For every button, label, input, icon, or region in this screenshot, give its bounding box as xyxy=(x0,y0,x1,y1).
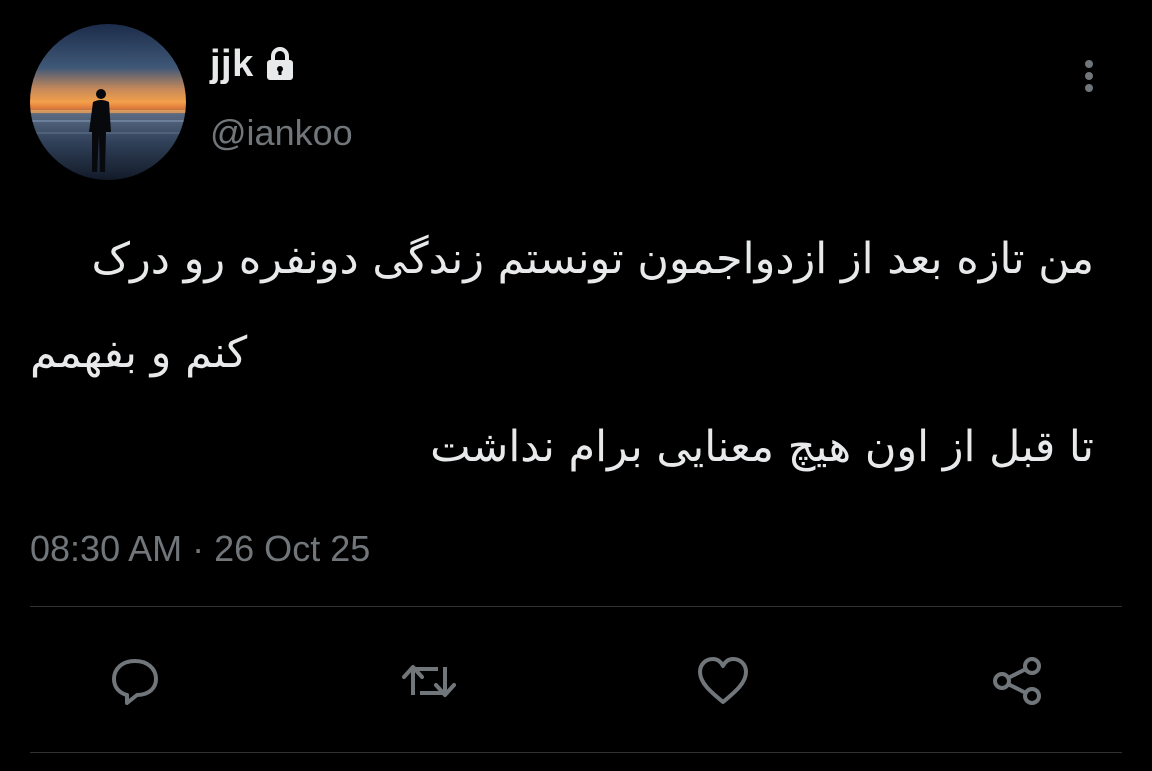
more-vertical-icon xyxy=(1085,60,1093,92)
display-name-row: jjk xyxy=(210,38,300,90)
reply-button[interactable] xyxy=(100,646,170,716)
tweet-detail: jjk @iankoo من تازه بعد از ازدواجمون تون… xyxy=(0,0,1152,771)
avatar[interactable] xyxy=(30,24,186,180)
tweet-date[interactable]: 26 Oct 25 xyxy=(214,528,370,569)
like-button[interactable] xyxy=(688,646,758,716)
tweet-text: من تازه بعد از ازدواجمون تونستم زندگی دو… xyxy=(30,212,1094,494)
display-name[interactable]: jjk xyxy=(210,43,254,86)
lock-icon xyxy=(260,44,300,84)
avatar-image xyxy=(30,24,186,180)
tweet-meta: 08:30 AM · 26 Oct 25 xyxy=(30,528,370,570)
heart-icon xyxy=(698,657,748,704)
tweet-time[interactable]: 08:30 AM xyxy=(30,528,182,569)
retweet-button[interactable] xyxy=(394,646,464,716)
divider xyxy=(30,606,1122,607)
share-icon xyxy=(993,657,1041,705)
more-options-button[interactable] xyxy=(1072,54,1106,98)
meta-separator: · xyxy=(192,528,205,569)
tweet-text-line: من تازه بعد از ازدواجمون تونستم زندگی دو… xyxy=(91,234,1094,284)
reply-icon xyxy=(112,659,158,705)
retweet-icon xyxy=(402,665,456,697)
share-button[interactable] xyxy=(982,646,1052,716)
tweet-text-line: تا قبل از اون هیچ معنایی برام نداشت xyxy=(430,422,1094,472)
action-bar xyxy=(0,646,1152,716)
divider xyxy=(30,752,1122,753)
tweet-text-line: کنم و بفهمم xyxy=(30,328,248,378)
user-handle[interactable]: @iankoo xyxy=(210,112,353,154)
